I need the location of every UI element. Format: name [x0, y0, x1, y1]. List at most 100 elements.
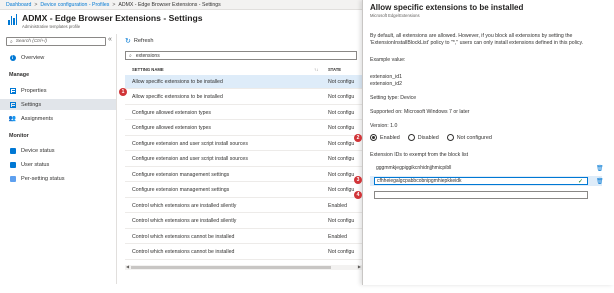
setting-name-cell: Configure extension and user script inst…: [132, 140, 248, 147]
settings-icon: [9, 101, 16, 108]
sidebar-search-input[interactable]: ⌕ Search (Ctrl+/): [6, 37, 106, 46]
filter-value: extensions: [135, 52, 160, 59]
supported-on: Supported on: Microsoft Windows 7 or lat…: [370, 109, 470, 115]
setting-name-cell: Control which extensions are installed s…: [132, 202, 237, 209]
callout-4: 4: [354, 191, 362, 199]
setting-name-cell: Control which extensions cannot be insta…: [132, 249, 235, 255]
sidebar-item-label: User status: [21, 161, 50, 168]
state-radio-group: Enabled Disabled Not configured: [370, 134, 500, 141]
description-line-1: By default, all extensions are allowed. …: [370, 33, 573, 39]
table-row[interactable]: Configure extension management settings N…: [125, 184, 362, 198]
sidebar-section-monitor: Monitor: [9, 133, 29, 139]
search-icon: ⌕: [10, 39, 13, 45]
state-cell: Enabled: [328, 233, 348, 240]
radio-checked-icon: [370, 134, 377, 141]
table-row[interactable]: Control which extensions are installed s…: [125, 215, 362, 229]
sidebar-item-properties[interactable]: Properties: [0, 85, 116, 96]
column-header-setting-name[interactable]: SETTING NAME: [132, 65, 164, 73]
scroll-right-icon[interactable]: ▶: [358, 264, 361, 269]
breadcrumb-separator: >: [112, 1, 116, 8]
state-cell: Not configu: [328, 94, 355, 100]
setting-detail-panel: Allow specific extensions to be installe…: [362, 0, 614, 285]
extension-id-input[interactable]: cfhheiegalgcpabbcobnipgmhiepkkeidk ✓: [374, 177, 588, 185]
state-cell: Not configu: [328, 218, 355, 224]
state-cell: Enabled: [328, 202, 348, 209]
sidebar-item-label: Overview: [21, 54, 45, 61]
sort-icon[interactable]: ↑↓: [314, 65, 318, 73]
breadcrumb-current: ADMX - Edge Browser Extensions - Setting…: [118, 1, 221, 8]
settings-filter-input[interactable]: ⌕ extensions: [125, 51, 357, 60]
table-row[interactable]: Control which extensions cannot be insta…: [125, 230, 362, 244]
horizontal-scrollbar[interactable]: ◀ ▶: [125, 264, 362, 270]
page-title: ADMX - Edge Browser Extensions - Setting…: [22, 13, 203, 23]
table-row[interactable]: Configure extension management settings N…: [125, 168, 362, 182]
setting-type: Setting type: Device: [370, 95, 417, 101]
state-cell: Not configu: [328, 125, 355, 131]
settings-main: ↻ Refresh ⌕ extensions SETTING NAME ↑↓ S…: [118, 34, 362, 284]
per-setting-status-icon: [9, 175, 16, 182]
scroll-left-icon[interactable]: ◀: [126, 264, 129, 269]
table-row[interactable]: Configure extension and user script inst…: [125, 137, 362, 151]
version: Version: 1.0: [370, 123, 398, 129]
state-cell: Not configu: [328, 187, 355, 193]
delete-icon[interactable]: 🗑: [596, 178, 604, 185]
panel-subtitle: Microsoft Edge\Extensions: [370, 13, 420, 18]
new-extension-id-input[interactable]: [374, 191, 588, 199]
scrollbar-thumb[interactable]: [131, 266, 331, 269]
radio-enabled[interactable]: Enabled: [370, 134, 400, 141]
sidebar-item-user-status[interactable]: User status: [0, 159, 116, 170]
state-cell: Not configu: [328, 140, 355, 147]
setting-name-cell: Control which extensions are installed s…: [132, 218, 237, 224]
extension-id: gggmmkjegpiggikcnhidnjjhmicpibll: [376, 165, 452, 171]
radio-unchecked-icon: [407, 134, 415, 141]
list-item-editing: cfhheiegalgcpabbcobnipgmhiepkkeidk ✓ 🗑: [370, 176, 604, 186]
radio-not-configured[interactable]: Not configured: [446, 134, 492, 141]
table-row[interactable]: Configure allowed extension types Not con…: [125, 122, 362, 136]
device-status-icon: [9, 147, 16, 154]
column-header-state[interactable]: STATE: [328, 65, 341, 73]
breadcrumb-separator: >: [34, 1, 38, 8]
sidebar-item-device-status[interactable]: Device status: [0, 145, 116, 156]
table-row[interactable]: Control which extensions cannot be insta…: [125, 246, 362, 260]
page-subtitle: Administrative templates profile: [22, 24, 81, 29]
breadcrumb-dashboard[interactable]: Dashboard: [6, 2, 31, 8]
sidebar-item-overview[interactable]: i Overview: [0, 52, 116, 63]
sidebar-item-settings[interactable]: Settings: [0, 99, 116, 110]
sidebar-item-per-setting-status[interactable]: Per-setting status: [0, 173, 116, 184]
info-icon: i: [9, 54, 16, 61]
sidebar-item-assignments[interactable]: 👥 Assignments: [0, 113, 116, 124]
setting-name-cell: Configure allowed extension types: [132, 109, 212, 116]
radio-disabled[interactable]: Disabled: [407, 134, 439, 141]
setting-name-cell: Allow specific extensions to be installe…: [132, 94, 223, 100]
collapse-sidebar-button[interactable]: «: [108, 36, 112, 43]
state-cell: Not configu: [328, 156, 355, 162]
radio-unchecked-icon: [446, 134, 454, 141]
setting-name-cell: Configure allowed extension types: [132, 125, 212, 131]
table-row[interactable]: Configure allowed extension types Not con…: [125, 106, 362, 120]
sidebar-item-label: Assignments: [21, 115, 54, 122]
search-placeholder: Search (Ctrl+/): [15, 39, 48, 44]
refresh-icon: ↻: [125, 38, 131, 45]
properties-icon: [9, 87, 16, 94]
sidebar-item-label: Per-setting status: [21, 175, 65, 182]
setting-name-cell: Control which extensions cannot be insta…: [132, 233, 235, 240]
description-line-2: 'ExtensionInstallBlockList' policy to "*…: [370, 40, 584, 46]
table-row[interactable]: Control which extensions are installed s…: [125, 199, 362, 213]
sidebar-item-label: Device status: [21, 147, 55, 154]
table-row[interactable]: Allow specific extensions to be installe…: [125, 75, 362, 89]
page-header: ADMX - Edge Browser Extensions - Setting…: [0, 10, 362, 34]
delete-icon[interactable]: 🗑: [596, 165, 604, 172]
sidebar: ⌕ Search (Ctrl+/) « i Overview Manage Pr…: [0, 34, 117, 284]
state-cell: Not configu: [328, 249, 355, 255]
assignments-icon: 👥: [8, 116, 17, 122]
setting-name-cell: Configure extension and user script inst…: [132, 156, 248, 162]
refresh-button[interactable]: ↻ Refresh: [125, 37, 153, 45]
setting-name-cell: Configure extension management settings: [132, 187, 230, 193]
search-icon: ⌕: [129, 52, 132, 59]
table-row[interactable]: Allow specific extensions to be installe…: [125, 91, 362, 105]
admx-profile-icon: [8, 14, 17, 25]
breadcrumb-device-configuration[interactable]: Device configuration - Profiles: [40, 2, 109, 8]
user-status-icon: [9, 161, 16, 168]
table-row[interactable]: Configure extension and user script inst…: [125, 153, 362, 167]
state-cell: Not configu: [328, 171, 355, 178]
